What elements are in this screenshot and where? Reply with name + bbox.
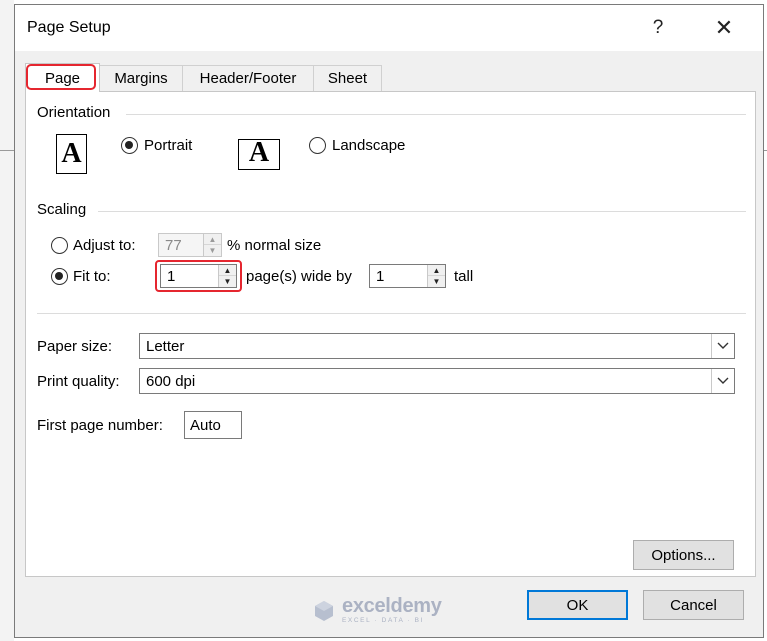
spin-down-icon[interactable]: ▼ (204, 245, 221, 256)
spin-down-icon[interactable]: ▼ (219, 276, 236, 287)
pages-wide-spinner[interactable]: 1 ▲ ▼ (160, 264, 237, 288)
background-gridline (0, 150, 14, 151)
tab-page-label: Page (44, 69, 81, 87)
tab-margins-label: Margins (114, 70, 168, 87)
pages-tall-spinner[interactable]: 1 ▲ ▼ (369, 264, 446, 288)
close-button[interactable]: ✕ (701, 5, 747, 51)
help-icon: ? (652, 17, 664, 38)
tab-header-footer-label: Header/Footer (199, 70, 297, 87)
portrait-radio[interactable] (121, 137, 138, 154)
adjust-to-value: 77 (165, 237, 182, 254)
paper-size-label: Paper size: (37, 338, 113, 355)
landscape-icon: A (238, 139, 280, 170)
spin-up-icon[interactable]: ▲ (204, 234, 221, 245)
ok-button[interactable]: OK (527, 590, 628, 620)
watermark-name: exceldemy (342, 595, 442, 617)
spin-down-icon[interactable]: ▼ (428, 276, 445, 287)
orientation-group-label: Orientation (37, 104, 111, 121)
close-icon: ✕ (714, 15, 734, 40)
title-bar: Page Setup ? ✕ (15, 5, 763, 51)
dialog-title: Page Setup (27, 19, 111, 36)
spin-up-icon[interactable]: ▲ (428, 265, 445, 276)
print-quality-dropdown[interactable]: 600 dpi (139, 368, 735, 394)
landscape-radio[interactable] (309, 137, 326, 154)
pages-tall-suffix: tall (454, 268, 474, 285)
adjust-to-suffix: % normal size (227, 237, 322, 254)
paper-size-value: Letter (146, 338, 185, 355)
cancel-button-label: Cancel (670, 596, 717, 614)
adjust-to-spinner[interactable]: 77 ▲ ▼ (158, 233, 222, 257)
watermark-tagline: EXCEL · DATA · BI (342, 617, 424, 624)
scaling-group-divider (98, 211, 746, 212)
orientation-group-divider (126, 114, 746, 115)
first-page-number-label: First page number: (37, 417, 163, 434)
tab-page[interactable]: Page (25, 63, 100, 92)
first-page-number-input[interactable]: Auto (184, 411, 242, 439)
print-quality-value: 600 dpi (146, 373, 196, 390)
pages-wide-value: 1 (167, 268, 176, 285)
chevron-down-icon[interactable] (711, 369, 734, 393)
options-button-label: Options... (651, 546, 716, 564)
first-page-number-value: Auto (190, 417, 221, 434)
options-button[interactable]: Options... (633, 540, 734, 570)
pages-wide-suffix: page(s) wide by (246, 268, 352, 285)
section-divider (37, 313, 746, 314)
ok-button-label: OK (566, 596, 589, 614)
portrait-icon: A (56, 134, 87, 174)
tab-sheet-label: Sheet (327, 70, 368, 87)
fit-to-radio[interactable] (51, 268, 68, 285)
pages-tall-value: 1 (376, 268, 385, 285)
background-window-edge (0, 0, 14, 641)
page-tab-panel: Orientation A Portrait A Landscape Scali… (25, 91, 756, 577)
tab-header-footer[interactable]: Header/Footer (182, 65, 314, 91)
portrait-label[interactable]: Portrait (144, 137, 192, 154)
fit-to-label[interactable]: Fit to: (73, 268, 111, 285)
spin-up-icon[interactable]: ▲ (219, 265, 236, 276)
print-quality-label: Print quality: (37, 373, 120, 390)
page-setup-dialog: Page Setup ? ✕ Margins Header/Footer She… (14, 4, 764, 638)
exceldemy-watermark: exceldemy EXCEL · DATA · BI (312, 595, 442, 624)
cancel-button[interactable]: Cancel (643, 590, 744, 620)
tab-sheet[interactable]: Sheet (313, 65, 382, 91)
chevron-down-icon[interactable] (711, 334, 734, 358)
landscape-label[interactable]: Landscape (332, 137, 405, 154)
exceldemy-logo-icon (315, 600, 333, 621)
help-button[interactable]: ? (635, 5, 681, 51)
paper-size-dropdown[interactable]: Letter (139, 333, 735, 359)
adjust-to-radio[interactable] (51, 237, 68, 254)
tab-margins[interactable]: Margins (99, 65, 183, 91)
scaling-group-label: Scaling (37, 201, 87, 218)
adjust-to-label[interactable]: Adjust to: (73, 237, 136, 254)
